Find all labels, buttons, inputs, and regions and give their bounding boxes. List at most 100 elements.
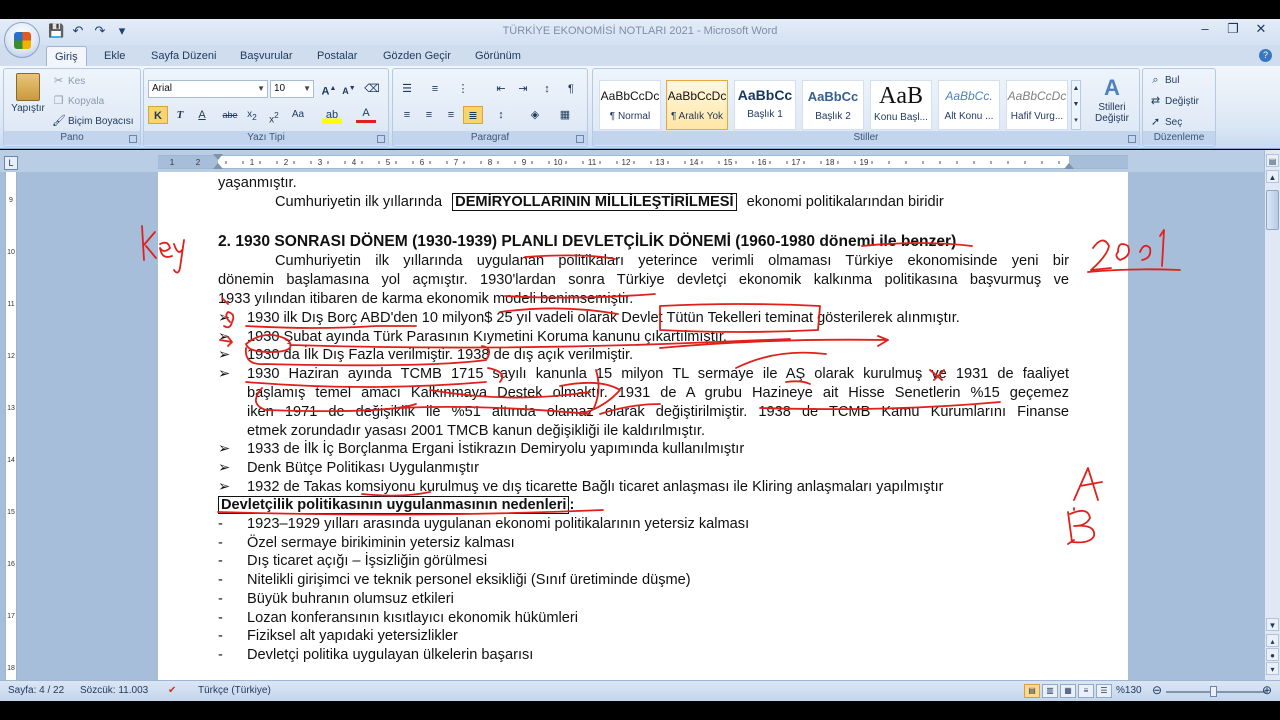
tab-insert[interactable]: Ekle xyxy=(96,48,133,64)
zoom-level[interactable]: %130 xyxy=(1116,685,1142,696)
select-button[interactable]: ➚ Seç xyxy=(1149,116,1182,129)
align-left-icon[interactable]: ≡ xyxy=(397,106,417,124)
font-color-icon[interactable]: A xyxy=(356,106,376,123)
document-page[interactable]: yaşanmıştır. Cumhuriyetin ilk yıllarında… xyxy=(158,172,1128,680)
borders-icon[interactable]: ▦ xyxy=(555,106,575,124)
strikethrough-icon[interactable]: abe xyxy=(220,106,240,124)
scroll-up-icon[interactable]: ▲ xyxy=(1266,170,1279,183)
copy-button[interactable]: ❐ Kopyala xyxy=(52,95,105,108)
ruler-toggle-icon[interactable]: ▤ xyxy=(1266,154,1279,167)
tab-home[interactable]: Giriş xyxy=(46,46,87,67)
svg-text:10: 10 xyxy=(554,158,563,167)
style-subtitle[interactable]: AaBbCc. Alt Konu ... xyxy=(938,80,1000,130)
font-size-select[interactable]: 10 ▼ xyxy=(270,80,314,98)
replace-button[interactable]: ⇄ Değiştir xyxy=(1149,95,1199,108)
change-styles-button[interactable]: A Stilleri Değiştir xyxy=(1087,75,1137,124)
help-icon[interactable]: ? xyxy=(1259,49,1272,62)
minimize-button[interactable]: – xyxy=(1192,20,1218,38)
style-heading-1[interactable]: AaBbCc Başlık 1 xyxy=(734,80,796,130)
line-spacing-icon[interactable]: ↕ xyxy=(491,106,511,124)
align-right-icon[interactable]: ≡ xyxy=(441,106,461,124)
scroll-thumb[interactable] xyxy=(1266,190,1279,230)
style-no-spacing[interactable]: AaBbCcDc ¶ Aralık Yok xyxy=(666,80,728,130)
increase-indent-icon[interactable]: ⇥ xyxy=(513,80,533,98)
tab-selector-icon[interactable]: L xyxy=(4,156,18,170)
sort-icon[interactable]: ↕ xyxy=(537,80,557,98)
ribbon: Yapıştır ✂ Kes ❐ Kopyala 🖌 Biçim Boyacısı P… xyxy=(0,66,1280,149)
cut-button[interactable]: ✂ Kes xyxy=(52,75,85,88)
close-button[interactable]: ✕ xyxy=(1248,20,1274,38)
paste-button[interactable]: Yapıştır xyxy=(10,73,46,114)
multilevel-list-icon[interactable]: ⋮ xyxy=(453,80,473,98)
arrow-bullet-icon: ➢ xyxy=(218,347,231,363)
bullets-icon[interactable]: ☰ xyxy=(397,80,417,98)
font-launcher-icon[interactable] xyxy=(377,135,385,143)
right-indent-marker[interactable] xyxy=(1064,163,1074,169)
first-line-indent-marker[interactable] xyxy=(213,154,223,160)
next-page-icon[interactable]: ▾ xyxy=(1266,662,1279,675)
web-layout-icon[interactable]: ▦ xyxy=(1060,684,1076,698)
highlight-icon[interactable]: ab xyxy=(322,106,342,124)
subscript-icon[interactable]: x2 xyxy=(242,106,262,124)
italic-icon[interactable]: T xyxy=(170,106,190,124)
proofing-icon[interactable]: ✔ xyxy=(168,685,176,696)
format-painter-button[interactable]: 🖌 Biçim Boyacısı xyxy=(52,115,134,128)
styles-scroll-icon[interactable]: ▲ ▼ ▾ xyxy=(1071,80,1081,130)
change-case-icon[interactable]: Aa xyxy=(288,106,308,124)
outline-icon[interactable]: ≡ xyxy=(1078,684,1094,698)
print-layout-icon[interactable]: ▤ xyxy=(1024,684,1040,698)
bold-icon[interactable]: K xyxy=(148,106,168,124)
office-button[interactable] xyxy=(4,22,40,58)
svg-text:16: 16 xyxy=(758,158,767,167)
find-button[interactable]: ⌕ Bul xyxy=(1149,74,1179,87)
svg-text:1: 1 xyxy=(250,158,255,167)
list-item: ➢ Denk Bütçe Politikası Uygulanmıştır xyxy=(218,459,1069,478)
horizontal-ruler[interactable]: 12 1 2 3 4 5 6 7 8 9 10 11 12 13 14 15 16 17 18 19 xyxy=(158,154,1128,169)
decrease-indent-icon[interactable]: ⇤ xyxy=(491,80,511,98)
vertical-scrollbar[interactable]: ▤ ▲ ▼ ▴ ● ▾ xyxy=(1264,150,1280,680)
tab-mailings[interactable]: Postalar xyxy=(309,48,365,64)
underline-icon[interactable]: A xyxy=(192,106,212,124)
tab-review[interactable]: Gözden Geçir xyxy=(375,48,459,64)
tab-view[interactable]: Görünüm xyxy=(467,48,529,64)
tab-references[interactable]: Başvurular xyxy=(232,48,301,64)
language-indicator[interactable]: Türkçe (Türkiye) xyxy=(198,685,271,696)
shading-icon[interactable]: ◈ xyxy=(525,106,545,124)
style-title[interactable]: AaB Konu Başl... xyxy=(870,80,932,130)
svg-text:11: 11 xyxy=(7,301,14,308)
zoom-slider-thumb[interactable] xyxy=(1210,686,1217,697)
style-subtle-emphasis[interactable]: AaBbCcDc Hafif Vurg... xyxy=(1006,80,1068,130)
svg-text:6: 6 xyxy=(420,158,425,167)
paragraph-group: ☰ ≡ ⋮ ⇤ ⇥ ↕ ¶ ≡ ≡ ≡ ≣ ↕ ◈ ▦ Paragraf xyxy=(392,68,588,147)
clear-format-icon[interactable]: ⌫ xyxy=(362,80,382,98)
word-count[interactable]: Sözcük: 11.003 xyxy=(80,685,148,696)
browse-object-icon[interactable]: ● xyxy=(1266,648,1279,661)
svg-text:15: 15 xyxy=(7,509,15,516)
list-item-text: 1930 Şubat ayında Türk Parasının Kıymeti… xyxy=(247,329,727,345)
shrink-font-icon[interactable]: A▼ xyxy=(339,80,359,98)
page-counter[interactable]: Sayfa: 4 / 22 xyxy=(8,685,64,696)
align-center-icon[interactable]: ≡ xyxy=(419,106,439,124)
style-heading-2[interactable]: AaBbCc Başlık 2 xyxy=(802,80,864,130)
clipboard-launcher-icon[interactable] xyxy=(129,135,137,143)
draft-icon[interactable]: ☰ xyxy=(1096,684,1112,698)
zoom-out-icon[interactable]: ⊖ xyxy=(1152,683,1162,697)
paragraph-launcher-icon[interactable] xyxy=(576,135,584,143)
styles-launcher-icon[interactable] xyxy=(1128,135,1136,143)
vertical-ruler[interactable]: 9 10 11 12 13 14 15 16 17 18 xyxy=(5,172,17,680)
zoom-in-icon[interactable]: ⊕ xyxy=(1262,683,1272,697)
previous-page-icon[interactable]: ▴ xyxy=(1266,634,1279,647)
maximize-button[interactable]: ❐ xyxy=(1220,20,1246,38)
style-normal[interactable]: AaBbCcDc ¶ Normal xyxy=(599,80,661,130)
numbering-icon[interactable]: ≡ xyxy=(425,80,445,98)
full-screen-reading-icon[interactable]: ▥ xyxy=(1042,684,1058,698)
font-name-select[interactable]: Arial ▼ xyxy=(148,80,268,98)
superscript-icon[interactable]: x2 xyxy=(264,106,284,125)
hanging-indent-marker[interactable] xyxy=(213,163,223,169)
list-item-continuation: etmek zorundadır yasası 2001 TMCB kanun … xyxy=(218,422,1069,441)
show-marks-icon[interactable]: ¶ xyxy=(561,80,581,98)
justify-icon[interactable]: ≣ xyxy=(463,106,483,124)
tab-page-layout[interactable]: Sayfa Düzeni xyxy=(143,48,224,64)
scroll-down-icon[interactable]: ▼ xyxy=(1266,618,1279,631)
grow-font-icon[interactable]: A▲ xyxy=(319,80,339,98)
